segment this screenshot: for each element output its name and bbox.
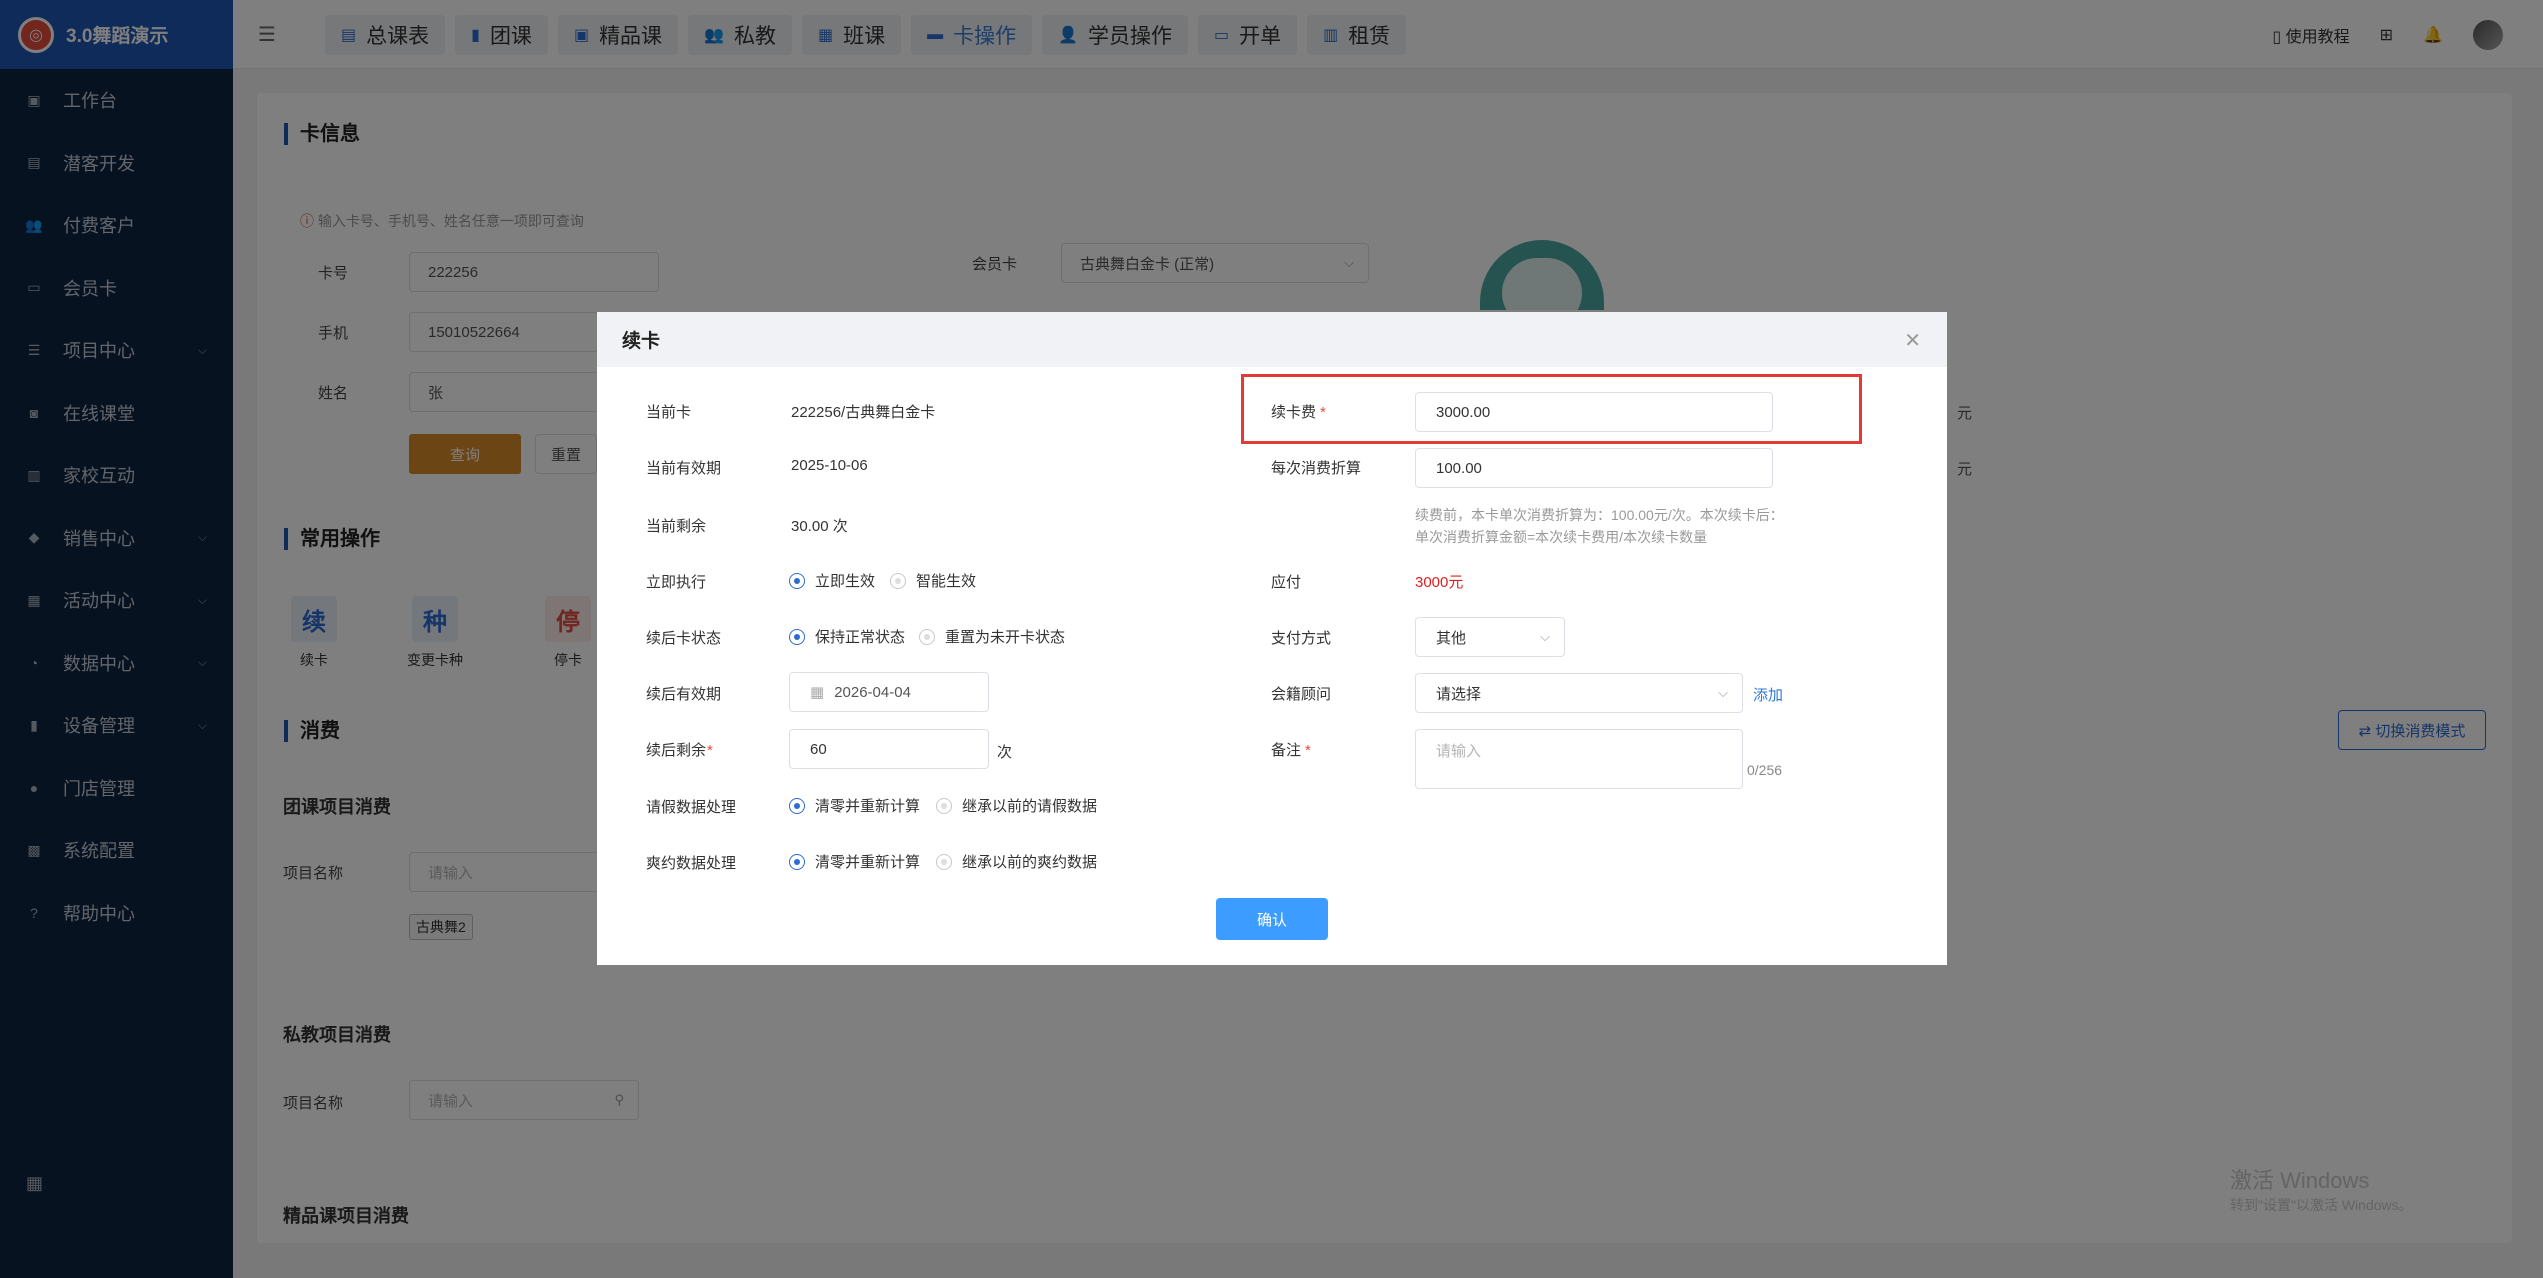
- after-remain-input[interactable]: 60: [789, 729, 989, 769]
- current-card-label: 当前卡: [646, 404, 692, 421]
- noshow-inherit-label: 继承以前的爽约数据: [962, 854, 1098, 871]
- pay-method-value: 其他: [1436, 629, 1467, 647]
- execute-immediate-label: 立即生效: [815, 573, 876, 590]
- confirm-button[interactable]: 确认: [1216, 898, 1328, 940]
- highlight-box: [1241, 374, 1862, 444]
- radio-unchecked-icon: [936, 797, 952, 814]
- calendar-icon: ▦: [810, 684, 825, 701]
- execute-smart-label: 智能生效: [916, 573, 977, 590]
- leave-inherit-label: 继承以前的请假数据: [962, 798, 1098, 815]
- radio-unchecked-icon: [919, 628, 935, 645]
- leave-reset-label: 清零并重新计算: [815, 798, 921, 815]
- payable-label: 应付: [1271, 574, 1302, 591]
- noshow-data-label: 爽约数据处理: [646, 855, 737, 872]
- after-expiry-value: 2026-04-04: [834, 683, 911, 701]
- remark-label: 备注 *: [1271, 739, 1311, 760]
- close-icon[interactable]: ✕: [1904, 328, 1921, 353]
- dialog-header: 续卡: [597, 312, 1947, 367]
- required-mark: *: [1305, 742, 1311, 759]
- reset-unopened-radio[interactable]: 重置为未开卡状态: [919, 626, 1065, 647]
- after-remain-label-text: 续后剩余: [646, 742, 707, 759]
- noshow-reset-label: 清零并重新计算: [815, 854, 921, 871]
- dialog-title: 续卡: [622, 331, 661, 352]
- chevron-down-icon: ⌵: [1718, 685, 1728, 700]
- leave-data-label: 请假数据处理: [646, 799, 737, 816]
- after-expiry-label: 续后有效期: [646, 686, 722, 703]
- radio-checked-icon: [789, 572, 805, 589]
- radio-checked-icon: [789, 628, 805, 645]
- radio-unchecked-icon: [936, 853, 952, 870]
- leave-reset-radio[interactable]: 清零并重新计算: [789, 795, 920, 816]
- payable-value: 3000元: [1415, 574, 1464, 591]
- current-expiry-label: 当前有效期: [646, 460, 722, 477]
- execute-immediate-radio[interactable]: 立即生效: [789, 570, 875, 591]
- pay-method-label: 支付方式: [1271, 630, 1332, 647]
- per-consume-label: 每次消费折算: [1271, 460, 1362, 477]
- radio-checked-icon: [789, 853, 805, 870]
- per-consume-input[interactable]: 100.00: [1415, 448, 1773, 488]
- radio-checked-icon: [789, 797, 805, 814]
- keep-normal-label: 保持正常状态: [815, 629, 906, 646]
- advisor-placeholder: 请选择: [1436, 685, 1482, 703]
- discount-hint-line2: 单次消费折算金额=本次续卡费用/本次续卡数量: [1415, 529, 1708, 545]
- execute-smart-radio[interactable]: 智能生效: [890, 570, 976, 591]
- current-expiry-value: 2025-10-06: [791, 457, 868, 474]
- add-advisor-link[interactable]: 添加: [1753, 684, 1783, 705]
- remark-label-text: 备注: [1271, 742, 1302, 759]
- remark-counter: 0/256: [1747, 762, 1783, 778]
- discount-hint: 续费前，本卡单次消费折算为：100.00元/次。本次续卡后： 单次消费折算金额=本…: [1415, 504, 1784, 548]
- after-expiry-date-picker[interactable]: ▦ 2026-04-04: [789, 672, 989, 712]
- pay-method-select[interactable]: 其他 ⌵: [1415, 617, 1565, 657]
- after-remain-label: 续后剩余*: [646, 739, 713, 760]
- discount-hint-line1: 续费前，本卡单次消费折算为：100.00元/次。本次续卡后：: [1415, 507, 1784, 523]
- radio-unchecked-icon: [890, 572, 906, 589]
- after-remain-unit: 次: [997, 744, 1013, 761]
- noshow-reset-radio[interactable]: 清零并重新计算: [789, 851, 920, 872]
- current-remain-label: 当前剩余: [646, 518, 707, 535]
- required-mark: *: [707, 742, 713, 759]
- after-status-label: 续后卡状态: [646, 630, 722, 647]
- leave-inherit-radio[interactable]: 继承以前的请假数据: [936, 795, 1097, 816]
- current-card-value: 222256/古典舞白金卡: [791, 404, 936, 421]
- keep-normal-radio[interactable]: 保持正常状态: [789, 626, 905, 647]
- advisor-select[interactable]: 请选择 ⌵: [1415, 673, 1743, 713]
- remark-textarea[interactable]: 请输入: [1415, 729, 1743, 789]
- execute-label: 立即执行: [646, 574, 707, 591]
- advisor-label: 会籍顾问: [1271, 686, 1332, 703]
- chevron-down-icon: ⌵: [1540, 629, 1550, 644]
- reset-unopened-label: 重置为未开卡状态: [945, 629, 1066, 646]
- current-remain-value: 30.00 次: [791, 518, 848, 535]
- noshow-inherit-radio[interactable]: 继承以前的爽约数据: [936, 851, 1097, 872]
